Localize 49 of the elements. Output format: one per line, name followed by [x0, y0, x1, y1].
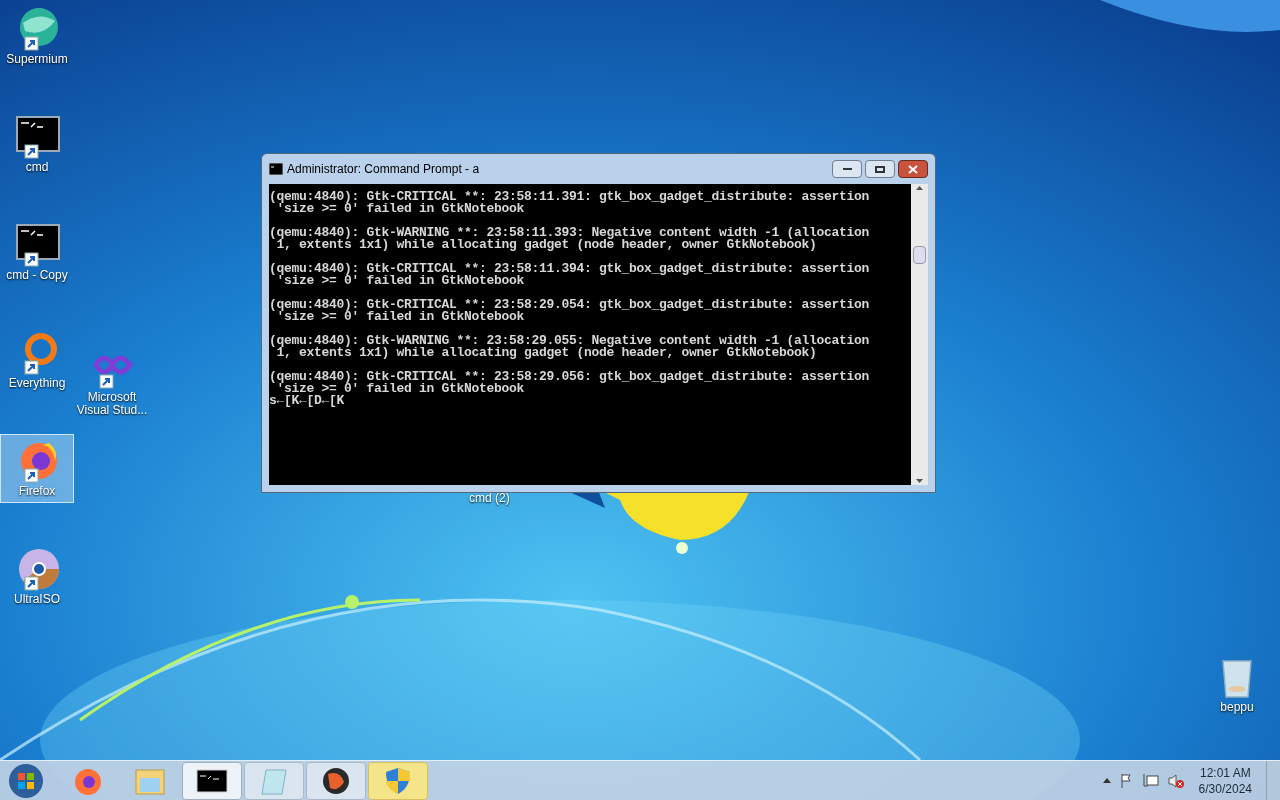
network-icon[interactable]: [1142, 772, 1159, 789]
scroll-up-icon[interactable]: [916, 186, 923, 190]
icon-label: UltraISO: [14, 593, 60, 606]
icon-label: beppu: [1220, 701, 1254, 714]
desktop-icon[interactable]: cmd: [0, 110, 74, 179]
scroll-thumb[interactable]: [913, 245, 926, 264]
desktop-icon[interactable]: Supermium: [0, 2, 74, 71]
console-line: 1, extents 1x1) while allocating gadget (node header, owner GtkNotebook): [276, 239, 817, 251]
icon-label: Microsoft Visual Stud...: [76, 391, 148, 417]
console-icon: [269, 163, 283, 175]
scrollbar[interactable]: [911, 184, 928, 485]
window-title: Administrator: Command Prompt - a: [287, 161, 480, 178]
console-line: (qemu:4840): Gtk-CRITICAL **: 23:58:29.054: gtk_box_gadget_distribute: assertion: [269, 299, 870, 311]
console-line: 'size >= 0' failed in GtkNotebook: [276, 311, 525, 323]
icon-label: cmd: [25, 161, 49, 174]
console-icon: [13, 115, 61, 161]
close-icon: [908, 164, 918, 174]
taskbar-button[interactable]: [306, 761, 366, 800]
icon-label: Supermium: [6, 53, 68, 66]
console-line: 'size >= 0' failed in GtkNotebook: [276, 275, 525, 287]
maximize-button[interactable]: [865, 160, 895, 178]
console-line: (qemu:4840): Gtk-CRITICAL **: 23:58:11.394: gtk_box_gadget_distribute: assertion: [269, 263, 870, 275]
taskbar-button[interactable]: [182, 761, 242, 800]
desktop-icon[interactable]: Microsoft Visual Stud...: [75, 340, 149, 422]
console-line: 1, extents 1x1) while allocating gadget (node header, owner GtkNotebook): [276, 347, 817, 359]
console-line: (qemu:4840): Gtk-CRITICAL **: 23:58:29.056: gtk_box_gadget_distribute: assertion: [269, 371, 870, 383]
close-button[interactable]: [898, 160, 928, 178]
clock-time: 12:01 AM: [1199, 764, 1251, 781]
icon-label: Firefox: [18, 485, 56, 498]
console-line: s←[K←[D←[K: [269, 395, 344, 407]
speaker-muted-icon[interactable]: [1166, 772, 1185, 789]
desktop-icon[interactable]: Everything: [0, 326, 74, 395]
console-line: 'size >= 0' failed in GtkNotebook: [276, 203, 525, 215]
minimize-button[interactable]: [832, 160, 862, 178]
desktop-icon[interactable]: cmd - Copy: [0, 218, 74, 287]
console-line: (qemu:4840): Gtk-WARNING **: 23:58:11.393: Negative content width -1 (allocation: [269, 227, 870, 239]
console-icon: [13, 223, 61, 269]
console-line: (qemu:4840): Gtk-CRITICAL **: 23:58:11.391: gtk_box_gadget_distribute: assertion: [269, 191, 870, 203]
console-line: (qemu:4840): Gtk-WARNING **: 23:58:29.055: Negative content width -1 (allocation: [269, 335, 870, 347]
qemu-icon: [320, 765, 352, 796]
desktop-icon[interactable]: beppu: [1200, 650, 1274, 719]
clock-date: 6/30/2024: [1198, 780, 1252, 797]
show-hidden-icon[interactable]: [1102, 778, 1111, 783]
console-line: 'size >= 0' failed in GtkNotebook: [276, 383, 525, 395]
desktop-icon[interactable]: UltraISO: [0, 542, 74, 611]
icon-label: cmd - Copy: [6, 269, 68, 282]
scroll-down-icon[interactable]: [916, 479, 923, 483]
icon-label: Everything: [8, 377, 66, 390]
clock[interactable]: 12:01 AM 6/30/2024: [1192, 764, 1258, 797]
